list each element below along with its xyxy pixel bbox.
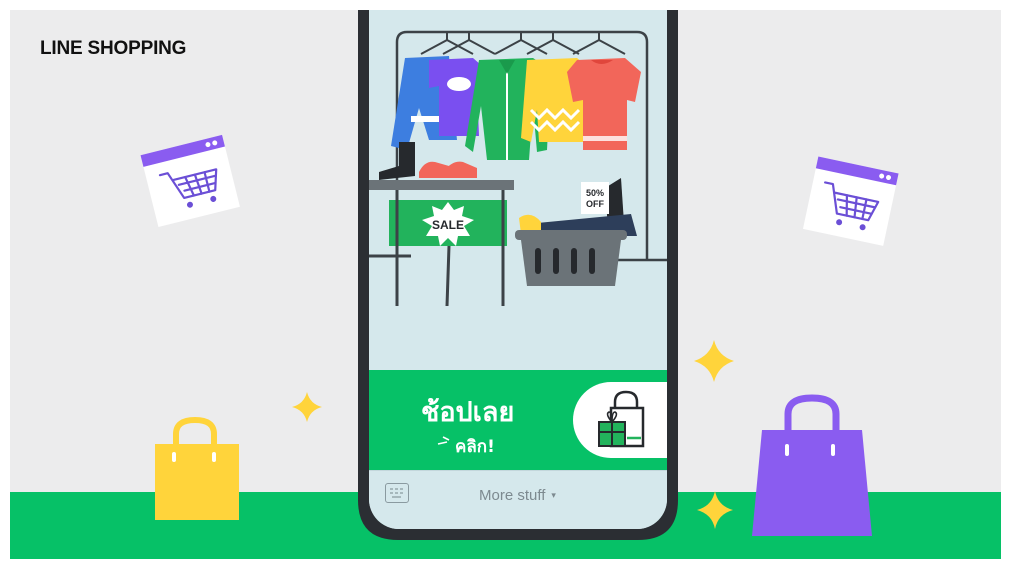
shopping-bag-icon: [155, 416, 239, 520]
sparkle-icon: [694, 340, 734, 382]
shopping-cart-window-icon: [802, 156, 899, 246]
shopping-cart-window-icon: [140, 134, 240, 228]
shopping-bag-icon: [752, 394, 872, 536]
discount-tag-line1: 50%: [586, 188, 604, 198]
promo-banner: LINE SHOPPING SALE 50% OFF ช้อปเลย คลิก!…: [0, 0, 1011, 569]
more-stuff-menu[interactable]: More stuff ▾: [479, 487, 556, 504]
chevron-down-icon: ▾: [551, 490, 556, 500]
more-stuff-label: More stuff: [479, 487, 546, 504]
phone-screen: SALE 50% OFF ช้อปเลย คลิก! More stuff ▾: [369, 10, 667, 529]
store-illustration: SALE 50% OFF: [369, 30, 667, 307]
gift-bag-icon: [598, 390, 645, 448]
sale-label: SALE: [432, 218, 464, 232]
cta-main-label: ช้อปเลย: [421, 397, 515, 428]
discount-tag-line2: OFF: [586, 199, 604, 209]
sparkle-icon: [292, 392, 322, 422]
cta-sub-label: คลิก!: [437, 433, 495, 460]
sparkle-icon: [697, 491, 733, 529]
red-shoes: [419, 161, 477, 178]
cta-bag-button[interactable]: [573, 382, 667, 458]
keyboard-icon[interactable]: [385, 483, 409, 503]
chat-bottom-bar: More stuff ▾: [369, 470, 667, 529]
laundry-basket: [515, 214, 637, 286]
cta-sub-text: คลิก!: [455, 437, 495, 457]
shop-now-cta[interactable]: ช้อปเลย คลิก!: [369, 370, 667, 470]
tap-lines-icon: [437, 436, 450, 445]
